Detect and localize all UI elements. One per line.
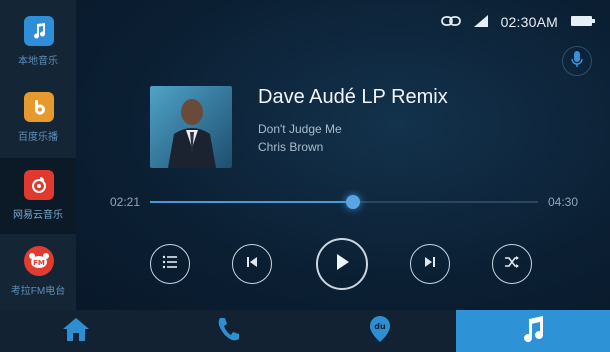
sidebar-item-label: 网易云音乐 [13, 210, 63, 221]
sidebar-item-label: 百度乐播 [18, 132, 58, 143]
kaola-fm-icon: FM [24, 246, 54, 276]
tab-navigation[interactable]: du [304, 310, 456, 352]
app-sidebar: 本地音乐 百度乐播 网易云音乐 FM 考拉FM电台 [0, 0, 76, 310]
clock: 02:30AM [500, 14, 558, 30]
progress-handle[interactable] [345, 195, 360, 209]
sidebar-item-kaola-fm[interactable]: FM 考拉FM电台 [0, 236, 76, 312]
shuffle-icon [504, 255, 520, 274]
battery-icon [570, 14, 596, 30]
shuffle-button[interactable] [492, 244, 532, 284]
music-icon [520, 315, 546, 348]
track-artist: Chris Brown [258, 140, 324, 154]
sidebar-item-local-music[interactable]: 本地音乐 [0, 4, 76, 80]
sidebar-item-label: 考拉FM电台 [10, 286, 66, 297]
progress-section: 02:21 04:30 [110, 192, 578, 212]
play-icon [333, 252, 351, 277]
voice-button[interactable] [562, 46, 592, 76]
signal-icon [473, 14, 489, 31]
sidebar-item-label: 本地音乐 [18, 56, 58, 67]
now-playing-panel: 02:30AM Dave Audé LP Remix Don't Judge M… [76, 0, 610, 310]
svg-text:du: du [374, 322, 386, 331]
netease-music-icon [24, 170, 54, 200]
playback-controls [150, 238, 532, 290]
sidebar-item-baidu-lebo[interactable]: 百度乐播 [0, 82, 76, 158]
phone-icon [216, 316, 240, 347]
link-icon [440, 14, 461, 30]
next-button[interactable] [410, 244, 450, 284]
baidu-lebo-icon [24, 92, 54, 122]
playlist-button[interactable] [150, 244, 190, 284]
sidebar-item-netease-music[interactable]: 网易云音乐 [0, 158, 76, 234]
tab-home[interactable] [0, 310, 152, 352]
current-time: 02:21 [110, 195, 141, 209]
previous-button[interactable] [232, 244, 272, 284]
play-button[interactable] [316, 238, 368, 290]
bottom-navigation: du [0, 310, 610, 352]
total-time: 04:30 [547, 195, 578, 209]
album-art [150, 86, 232, 168]
progress-fill [150, 201, 353, 203]
track-album: Don't Judge Me [258, 122, 342, 136]
status-bar: 02:30AM [440, 12, 596, 32]
svg-text:FM: FM [33, 259, 45, 267]
progress-bar[interactable] [150, 195, 538, 209]
track-title: Dave Audé LP Remix [258, 86, 448, 108]
tab-phone[interactable] [152, 310, 304, 352]
previous-icon [245, 255, 259, 274]
music-note-icon [24, 16, 54, 46]
microphone-icon [570, 50, 584, 73]
car-infotainment-screen: 本地音乐 百度乐播 网易云音乐 FM 考拉FM电台 02:30AM Dave A… [0, 0, 610, 352]
home-icon [62, 316, 90, 347]
navigation-icon: du [368, 315, 392, 348]
tab-music[interactable] [456, 310, 610, 352]
next-icon [423, 255, 437, 274]
playlist-icon [162, 255, 178, 274]
